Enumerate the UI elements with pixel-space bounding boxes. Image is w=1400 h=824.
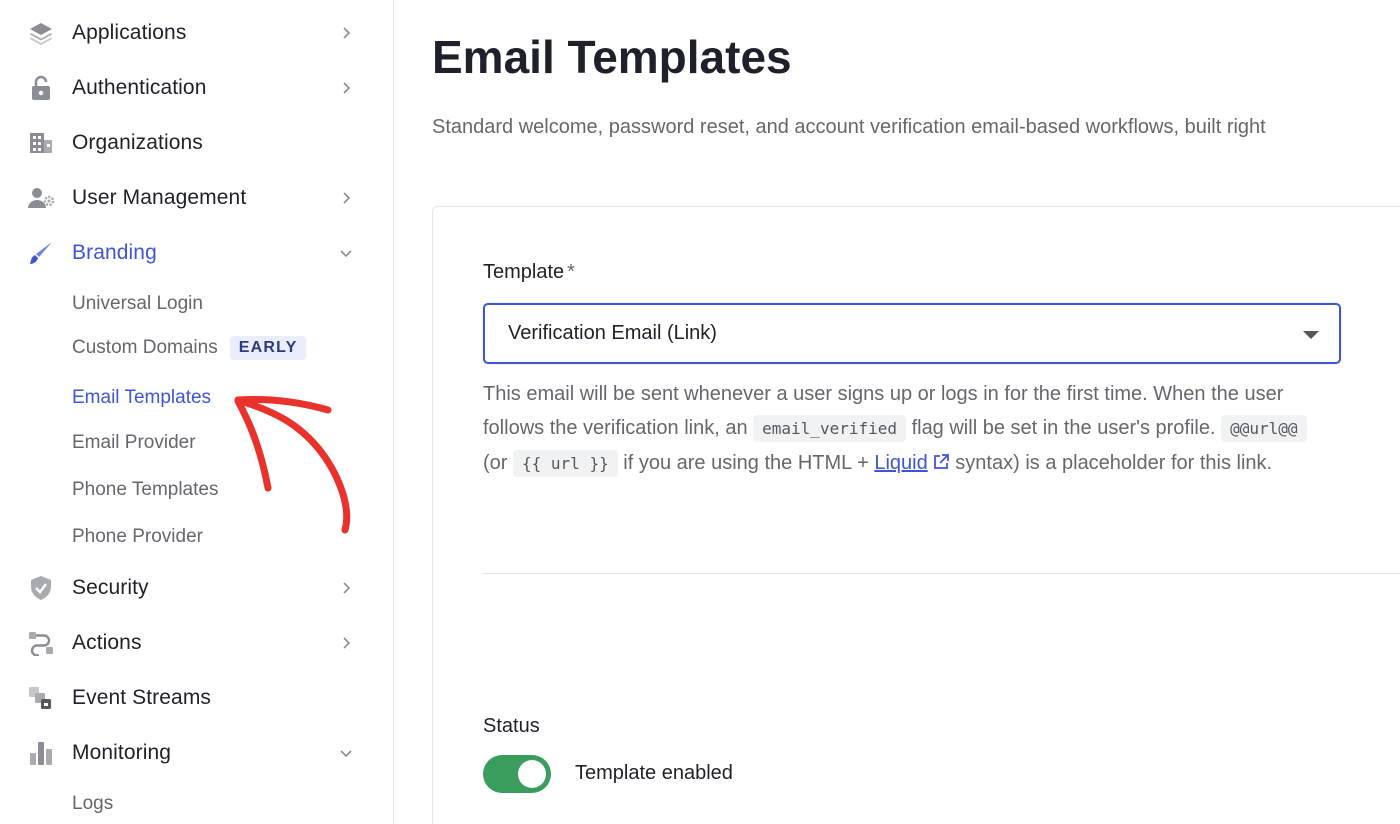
sidebar-subitem-logs[interactable]: Logs [72, 793, 113, 815]
sidebar-item-applications[interactable]: Applications [0, 11, 394, 55]
early-badge: EARLY [229, 336, 307, 360]
template-label-text: Template [483, 261, 565, 283]
sidebar-item-label: Branding [72, 241, 157, 264]
actions-flow-icon [27, 631, 55, 656]
sidebar-item-label: Monitoring [72, 741, 172, 764]
chevron-right-icon [343, 27, 351, 39]
sidebar-item-organizations[interactable]: Organizations [0, 121, 394, 165]
help-text: if you are using the HTML + [623, 452, 869, 474]
template-enabled-toggle[interactable] [483, 755, 551, 793]
sidebar-subitem-universal-login[interactable]: Universal Login [72, 293, 203, 315]
code-liquid-url: {{ url }} [513, 450, 618, 477]
chevron-right-icon [343, 192, 351, 204]
help-text: syntax) is a placeholder for this link. [955, 452, 1273, 474]
chevron-down-icon [340, 250, 352, 258]
sidebar-subitem-email-provider[interactable]: Email Provider [72, 432, 196, 454]
sidebar-item-label: Event Streams [72, 686, 212, 709]
building-icon [27, 131, 55, 155]
main-content: Email Templates Standard welcome, passwo… [395, 0, 1400, 824]
brush-icon [27, 241, 55, 265]
shield-check-icon [27, 576, 55, 600]
external-link-icon[interactable] [932, 453, 950, 471]
page-title: Email Templates [432, 31, 792, 83]
sidebar-item-branding[interactable]: Branding [0, 231, 394, 275]
sidebar-subitem-phone-provider[interactable]: Phone Provider [72, 526, 203, 548]
divider [483, 573, 1400, 574]
sidebar-item-label: Authentication [72, 76, 207, 99]
sidebar-item-user-management[interactable]: User Management [0, 176, 394, 220]
template-card: Template * Verification Email (Link) This… [432, 206, 1400, 824]
lock-icon [27, 75, 55, 100]
sidebar-item-monitoring[interactable]: Monitoring [0, 731, 394, 775]
template-field-label: Template * [483, 261, 575, 284]
code-email-verified: email_verified [753, 415, 906, 442]
sidebar-item-security[interactable]: Security [0, 566, 394, 610]
required-mark: * [567, 261, 575, 283]
chevron-right-icon [343, 637, 351, 649]
toggle-label: Template enabled [575, 762, 733, 784]
sidebar-subitem-phone-templates[interactable]: Phone Templates [72, 479, 218, 501]
help-text: flag will be set in the user's profile. [911, 417, 1216, 439]
help-text: (or [483, 452, 508, 474]
event-streams-icon [27, 686, 55, 710]
sidebar: Applications Authentication Organization… [0, 0, 394, 824]
template-select[interactable]: Verification Email (Link) [483, 303, 1341, 364]
liquid-link-label: Liquid [874, 452, 928, 474]
chevron-down-icon [340, 750, 352, 758]
sidebar-item-label: User Management [72, 186, 247, 209]
template-select-value: Verification Email (Link) [508, 322, 717, 344]
code-url-placeholder: @@url@@ [1221, 415, 1307, 442]
sidebar-item-label: Security [72, 576, 149, 599]
sidebar-subitem-custom-domains[interactable]: Custom Domains EARLY [72, 336, 307, 360]
page-description: Standard welcome, password reset, and ac… [432, 116, 1266, 138]
bar-chart-icon [27, 741, 55, 765]
sidebar-item-event-streams[interactable]: Event Streams [0, 676, 394, 720]
user-gear-icon [27, 186, 55, 210]
sidebar-subitem-label: Custom Domains [72, 337, 218, 358]
sidebar-item-label: Actions [72, 631, 142, 654]
toggle-knob [518, 760, 546, 788]
sidebar-item-label: Applications [72, 21, 187, 44]
sidebar-item-actions[interactable]: Actions [0, 621, 394, 665]
status-label: Status [483, 715, 540, 737]
sidebar-item-authentication[interactable]: Authentication [0, 66, 394, 110]
template-help-text: This email will be sent whenever a user … [483, 377, 1313, 481]
sidebar-subitem-email-templates[interactable]: Email Templates [72, 387, 211, 409]
layers-icon [27, 21, 55, 45]
sidebar-item-label: Organizations [72, 131, 203, 154]
chevron-right-icon [343, 82, 351, 94]
liquid-link[interactable]: Liquid [874, 452, 927, 474]
chevron-right-icon [343, 582, 351, 594]
caret-down-icon [1303, 331, 1319, 339]
